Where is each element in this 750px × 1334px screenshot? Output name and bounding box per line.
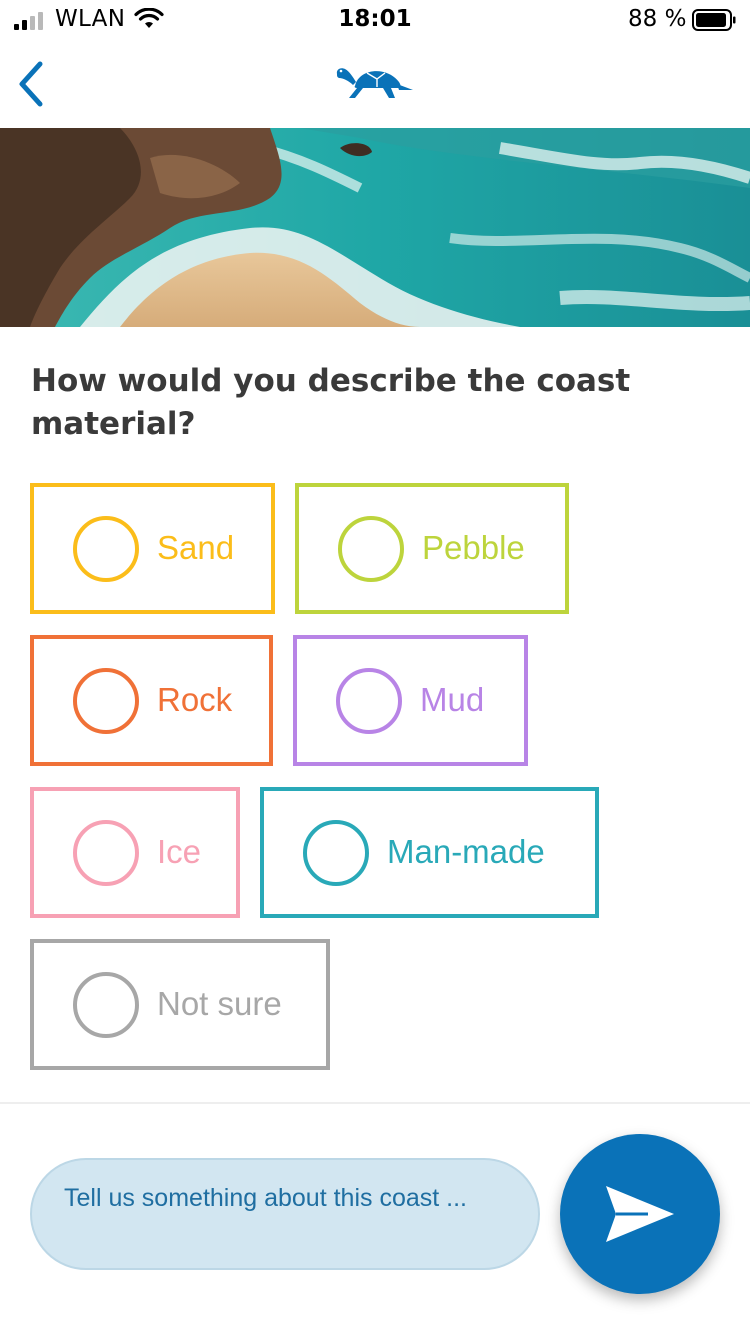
chevron-left-icon xyxy=(19,61,43,107)
radio-circle-icon xyxy=(73,972,139,1038)
bottom-divider xyxy=(0,1102,750,1104)
send-icon xyxy=(606,1186,674,1242)
back-button[interactable] xyxy=(8,56,56,112)
option-pebble[interactable]: Pebble xyxy=(295,483,569,614)
option-rock[interactable]: Rock xyxy=(30,635,273,766)
option-not-sure[interactable]: Not sure xyxy=(30,939,330,1070)
question-title: How would you describe the coast materia… xyxy=(31,363,631,442)
radio-circle-icon xyxy=(336,668,402,734)
comment-input[interactable]: Tell us something about this coast ... xyxy=(30,1158,540,1270)
app-screen: WLAN 18:01 88 % How would you describe t… xyxy=(0,0,750,1334)
radio-circle-icon xyxy=(73,820,139,886)
battery-icon xyxy=(692,9,736,31)
option-label: Sand xyxy=(157,529,235,566)
battery-percent: 88 % xyxy=(628,6,687,32)
nav-bar xyxy=(0,40,750,128)
option-label: Mud xyxy=(420,681,485,718)
option-label: Not sure xyxy=(157,985,282,1022)
option-man-made[interactable]: Man-made xyxy=(260,787,599,918)
radio-circle-icon xyxy=(73,668,139,734)
option-label: Pebble xyxy=(422,529,525,566)
option-label: Rock xyxy=(157,681,233,718)
option-label: Man-made xyxy=(387,833,545,870)
turtle-icon xyxy=(336,68,413,98)
option-sand[interactable]: Sand xyxy=(30,483,275,614)
send-button[interactable] xyxy=(560,1134,720,1294)
option-ice[interactable]: Ice xyxy=(30,787,240,918)
status-bar: WLAN 18:01 88 % xyxy=(0,0,750,40)
option-label: Ice xyxy=(157,833,202,870)
radio-circle-icon xyxy=(73,516,139,582)
coast-hero-image xyxy=(0,128,750,327)
option-mud[interactable]: Mud xyxy=(293,635,528,766)
radio-circle-icon xyxy=(303,820,369,886)
radio-circle-icon xyxy=(338,516,404,582)
